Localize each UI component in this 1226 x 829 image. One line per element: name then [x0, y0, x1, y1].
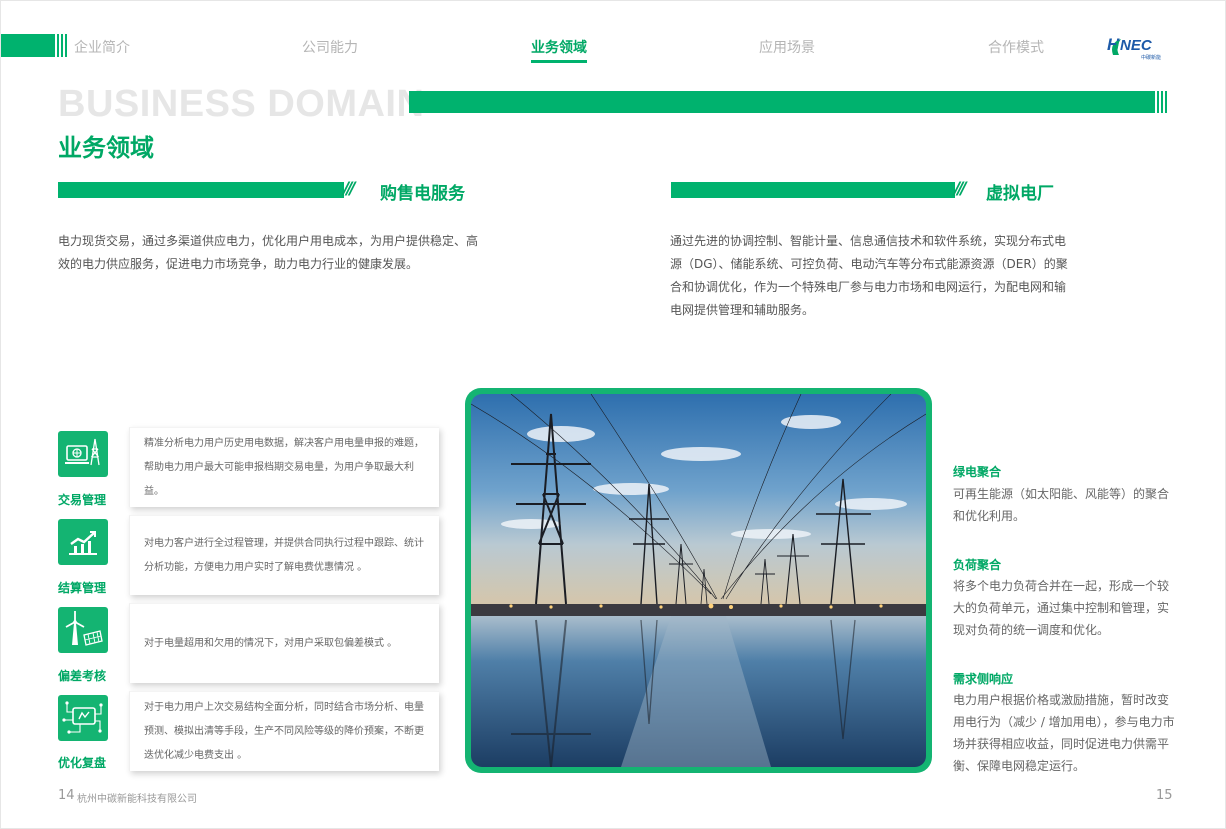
right-item-title-green-power: 绿电聚合	[953, 465, 1002, 479]
nav-item-business-domain[interactable]: 业务领域	[531, 37, 587, 63]
power-tower-photo	[471, 394, 926, 767]
feature-card-settlement: 对电力客户进行全过程管理，并提供合同执行过程中跟踪、统计分析功能，方便电力用户实…	[129, 515, 439, 595]
feature-text-settlement: 对电力客户进行全过程管理，并提供合同执行过程中跟踪、统计分析功能，方便电力用户实…	[144, 537, 424, 573]
nav-accent-bar	[1, 34, 53, 57]
brochure-page: 企业简介 公司能力 业务领域 应用场景 合作模式 H NEC 中碳新能 BUSI…	[0, 0, 1226, 829]
section-bar-virtual-plant	[671, 182, 955, 198]
feature-card-trading: 精准分析电力用户历史用电数据，解决客户用电量申报的难题，帮助电力用户最大可能申报…	[129, 427, 439, 507]
power-tower-photo-frame	[465, 388, 932, 773]
feature-text-trading: 精准分析电力用户历史用电数据，解决客户用电量申报的难题，帮助电力用户最大可能申报…	[144, 437, 424, 497]
right-item-title-load-aggregation: 负荷聚合	[953, 558, 1002, 572]
hnec-logo: H NEC 中碳新能	[1105, 33, 1171, 63]
nav-item-application-scenarios[interactable]: 应用场景	[759, 37, 815, 57]
section-bar-power-sales	[58, 182, 344, 198]
page-number-left: 14	[58, 788, 75, 803]
feature-card-deviation: 对于电量超用和欠用的情况下，对用户采取包偏差模式 。	[129, 603, 439, 683]
right-item-text-demand-response: 电力用户根据价格或激励措施，暂时改变用电行为（减少 / 增加用电），参与电力市场…	[953, 693, 1175, 773]
settlement-icon	[58, 519, 108, 565]
page-number-right: 15	[1156, 788, 1173, 803]
feature-label-review: 优化复盘	[58, 756, 107, 770]
circuit-review-icon	[58, 695, 108, 741]
section-text-power-sales: 电力现货交易，通过多渠道供应电力，优化用户用电成本，为用户提供稳定、高效的电力供…	[58, 234, 479, 271]
section-title-virtual-plant: 虚拟电厂	[986, 184, 1054, 204]
svg-text:NEC: NEC	[1120, 37, 1153, 54]
title-accent-stripes	[1155, 91, 1169, 113]
nav-item-cooperation-mode[interactable]: 合作模式	[988, 37, 1044, 57]
feature-label-settlement: 结算管理	[58, 581, 107, 595]
nav-item-company-profile[interactable]: 企业简介	[74, 37, 130, 57]
right-item-title-demand-response: 需求侧响应	[953, 672, 1014, 686]
feature-text-review: 对于电力用户上次交易结构全面分析，同时结合市场分析、电量预测、模拟出清等手段，生…	[144, 701, 424, 761]
section-title-power-sales: 购售电服务	[380, 184, 465, 204]
feature-card-review: 对于电力用户上次交易结构全面分析，同时结合市场分析、电量预测、模拟出清等手段，生…	[129, 691, 439, 771]
wind-solar-icon	[58, 607, 108, 653]
feature-text-deviation: 对于电量超用和欠用的情况下，对用户采取包偏差模式 。	[144, 637, 398, 649]
section-text-virtual-plant: 通过先进的协调控制、智能计量、信息通信技术和软件系统，实现分布式电源（DG）、储…	[670, 234, 1068, 317]
right-item-text-load-aggregation: 将多个电力负荷合并在一起，形成一个较大的负荷单元，通过集中控制和管理，实现对负荷…	[953, 579, 1170, 637]
page-title: 业务领域	[58, 134, 154, 162]
right-item-text-green-power: 可再生能源（如太阳能、风能等）的聚合和优化利用。	[953, 487, 1170, 523]
feature-label-trading: 交易管理	[58, 493, 107, 507]
title-english: BUSINESS DOMAIN	[58, 83, 425, 125]
trading-icon	[58, 431, 108, 477]
svg-text:中碳新能: 中碳新能	[1141, 54, 1161, 61]
feature-label-deviation: 偏差考核	[58, 669, 107, 683]
title-accent-bar	[409, 91, 1155, 113]
nav-item-capabilities[interactable]: 公司能力	[302, 37, 358, 57]
footer-company-name: 杭州中碳新能科技有限公司	[77, 794, 197, 805]
section-slash-decoration: ///	[343, 179, 356, 199]
section-slash-decoration: ///	[954, 179, 967, 199]
nav-accent-stripes	[53, 34, 67, 57]
